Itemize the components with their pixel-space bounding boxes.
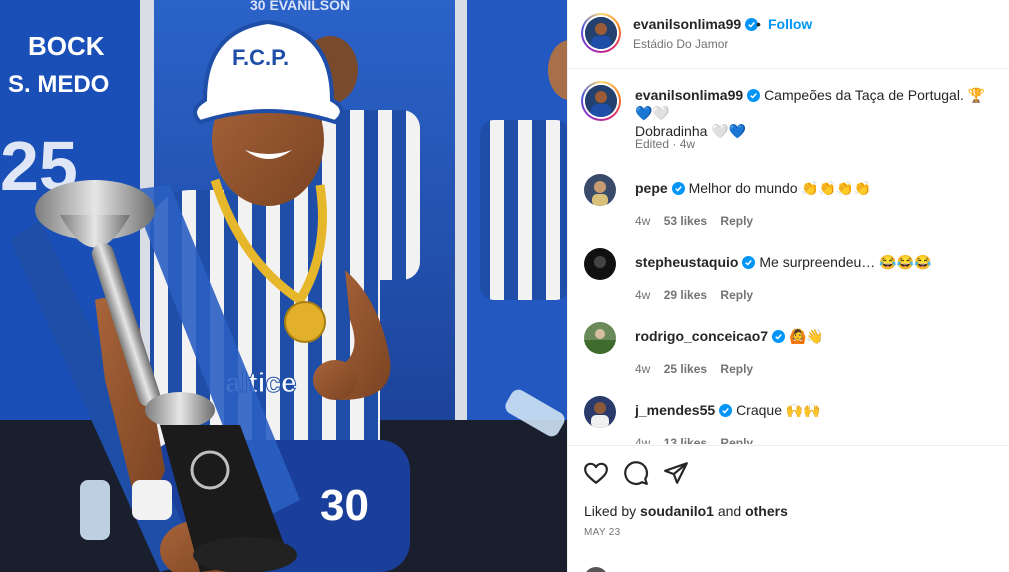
post-header: evanilsonlima99 • Follow Estádio Do Jamo… bbox=[568, 0, 1009, 69]
follow-button[interactable]: Follow bbox=[768, 16, 812, 32]
comment-meta: 4w 13 likes Reply bbox=[635, 436, 763, 444]
liked-mid: and bbox=[713, 503, 746, 519]
comment-item: rodrigo_conceicao7 🙆👋 4w 25 likes Reply bbox=[568, 322, 1009, 396]
heart-icon[interactable] bbox=[583, 460, 609, 486]
comment-item: pepe Melhor do mundo 👏👏👏👏 4w 53 likes Re… bbox=[568, 174, 1009, 248]
avatar-image bbox=[584, 174, 616, 206]
liked-prefix: Liked by bbox=[584, 503, 641, 519]
separator-dot: • bbox=[756, 16, 761, 32]
comment-username[interactable]: rodrigo_conceicao7 bbox=[635, 328, 768, 344]
post-photo[interactable]: BOCK S. MEDO 25 30 EVANILSON 30 altice F… bbox=[0, 0, 567, 572]
comment-avatar[interactable] bbox=[584, 248, 616, 280]
comment-icon[interactable] bbox=[623, 460, 649, 486]
comment-time: 4w bbox=[635, 288, 651, 302]
verified-icon bbox=[742, 256, 756, 269]
comment-avatar[interactable] bbox=[584, 396, 616, 428]
comment-meta: 4w 29 likes Reply bbox=[635, 288, 763, 302]
header-username-text: evanilsonlima99 bbox=[633, 16, 742, 32]
comment-time: 4w bbox=[635, 214, 651, 228]
comment-username[interactable]: stepheustaquio bbox=[635, 254, 738, 270]
comment-item: stepheustaquio Me surpreendeu… 😂😂😂 4w 29… bbox=[568, 248, 1009, 322]
verified-icon bbox=[671, 182, 685, 195]
caption-username[interactable]: evanilsonlima99 bbox=[635, 87, 743, 103]
post-photo-illustration: BOCK S. MEDO 25 30 EVANILSON 30 altice F… bbox=[0, 0, 567, 572]
avatar-image bbox=[584, 396, 616, 428]
comment-body: Me surpreendeu… 😂😂😂 bbox=[759, 254, 932, 270]
header-username[interactable]: evanilsonlima99 bbox=[633, 16, 759, 32]
post-actions: Liked by soudanilo1 and others MAY 23 bbox=[568, 445, 1009, 572]
locker-banner: 30 EVANILSON bbox=[250, 0, 350, 13]
reply-button[interactable]: Reply bbox=[720, 214, 753, 228]
locker-name-2: S. MEDO bbox=[8, 71, 109, 98]
reply-button[interactable]: Reply bbox=[720, 288, 753, 302]
liked-by-user[interactable]: soudanilo1 bbox=[640, 503, 714, 519]
comment-body: 🙆👋 bbox=[788, 328, 824, 344]
comment-text: pepe Melhor do mundo 👏👏👏👏 bbox=[635, 179, 985, 197]
comment-time: 4w bbox=[635, 436, 651, 444]
comment-meta: 4w 53 likes Reply bbox=[635, 214, 763, 228]
comment-likes[interactable]: 29 likes bbox=[664, 288, 707, 302]
reply-button[interactable]: Reply bbox=[720, 362, 753, 376]
post-date: MAY 23 bbox=[584, 527, 621, 538]
header-avatar[interactable] bbox=[581, 13, 621, 53]
reply-button[interactable]: Reply bbox=[720, 436, 753, 444]
share-icon[interactable] bbox=[663, 460, 689, 486]
comment-text: rodrigo_conceicao7 🙆👋 bbox=[635, 327, 985, 345]
post-caption: evanilsonlima99 Campeões da Taça de Port… bbox=[635, 86, 995, 140]
avatar-image bbox=[585, 17, 617, 49]
comment-avatar[interactable] bbox=[584, 322, 616, 354]
caption-avatar[interactable] bbox=[581, 81, 621, 121]
verified-icon bbox=[719, 404, 733, 417]
location-link[interactable]: Estádio Do Jamor bbox=[633, 37, 728, 51]
hat-text: F.C.P. bbox=[232, 45, 289, 70]
liked-others[interactable]: others bbox=[745, 503, 788, 519]
comment-text: stepheustaquio Me surpreendeu… 😂😂😂 bbox=[635, 253, 985, 271]
avatar-image bbox=[584, 248, 616, 280]
comment-avatar[interactable] bbox=[584, 174, 616, 206]
verified-icon bbox=[772, 330, 786, 343]
liked-by-text: Liked by soudanilo1 and others bbox=[584, 503, 788, 519]
comment-likes[interactable]: 53 likes bbox=[664, 214, 707, 228]
comment-meta: 4w 25 likes Reply bbox=[635, 362, 763, 376]
current-user-avatar bbox=[584, 567, 608, 572]
caption-meta: Edited · 4w bbox=[635, 137, 696, 151]
avatar-image bbox=[584, 322, 616, 354]
comment-likes[interactable]: 25 likes bbox=[664, 362, 707, 376]
comments-scroll-area[interactable]: evanilsonlima99 Campeões da Taça de Port… bbox=[568, 70, 1009, 444]
avatar-image bbox=[585, 85, 617, 117]
comment-item: j_mendes55 Craque 🙌🙌 4w 13 likes Reply bbox=[568, 396, 1009, 444]
locker-name: BOCK bbox=[28, 31, 105, 61]
comment-username[interactable]: pepe bbox=[635, 180, 668, 196]
post-side-panel: evanilsonlima99 • Follow Estádio Do Jamo… bbox=[567, 0, 1009, 572]
shorts-number: 30 bbox=[320, 481, 369, 530]
comment-body: Melhor do mundo 👏👏👏👏 bbox=[688, 180, 872, 196]
comment-body: Craque 🙌🙌 bbox=[736, 402, 821, 418]
comment-text: j_mendes55 Craque 🙌🙌 bbox=[635, 401, 985, 419]
comment-time: 4w bbox=[635, 362, 651, 376]
comment-likes[interactable]: 13 likes bbox=[664, 436, 707, 444]
verified-icon bbox=[747, 89, 761, 102]
comment-username[interactable]: j_mendes55 bbox=[635, 402, 715, 418]
